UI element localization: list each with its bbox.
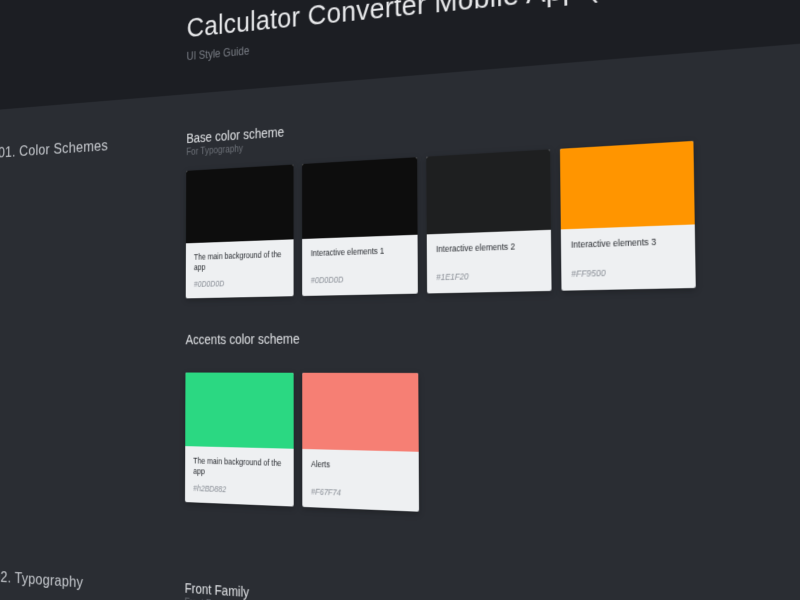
- group-font-family: Front Family Front Family «SF Compact Di…: [184, 580, 800, 600]
- color-hex: #FF9500: [571, 266, 685, 279]
- color-swatch: [302, 373, 418, 452]
- color-hex: #0D0D0D: [311, 273, 409, 285]
- color-hex: #h2BD882: [193, 483, 285, 496]
- color-label: Alerts: [311, 459, 410, 484]
- group-title: Front Family: [185, 580, 800, 600]
- color-label: The main background of the app: [193, 456, 285, 481]
- group-base-color-scheme: Base color scheme For Typography The mai…: [186, 70, 800, 298]
- color-label: Interactive elements 3: [571, 236, 685, 263]
- section-color-schemes: 01. Color Schemes Base color scheme For …: [0, 70, 800, 581]
- color-swatch: [426, 149, 551, 234]
- group-accents-color-scheme: Accents color scheme The main background…: [185, 323, 800, 538]
- color-label: The main background of the app: [194, 249, 285, 274]
- color-hex: #0D0D0D: [194, 277, 285, 289]
- color-card: Interactive elements 2 #1E1F20: [426, 149, 551, 293]
- section-number-typography: 02. Typography: [0, 568, 185, 600]
- color-card: The main background of the app #0D0D0D: [186, 165, 294, 299]
- color-hex: #1E1F20: [436, 269, 541, 282]
- color-label: Interactive elements 2: [436, 240, 541, 266]
- color-swatch: [186, 165, 294, 244]
- color-hex: #F67F74: [311, 487, 410, 501]
- color-card: Interactive elements 3 #FF9500: [560, 141, 696, 291]
- color-card: The main background of the app #h2BD882: [185, 372, 294, 506]
- color-swatch: [302, 157, 418, 239]
- section-typography: 02. Typography Front Family Front Family…: [0, 563, 800, 600]
- color-swatch: [185, 372, 293, 448]
- section-number-colors: 01. Color Schemes: [0, 131, 186, 162]
- color-card: Alerts #F67F74: [302, 373, 419, 512]
- color-swatch: [560, 141, 695, 230]
- color-card: Interactive elements 1 #0D0D0D: [302, 157, 418, 296]
- group-title: Accents color scheme: [186, 323, 800, 347]
- color-label: Interactive elements 1: [311, 245, 409, 270]
